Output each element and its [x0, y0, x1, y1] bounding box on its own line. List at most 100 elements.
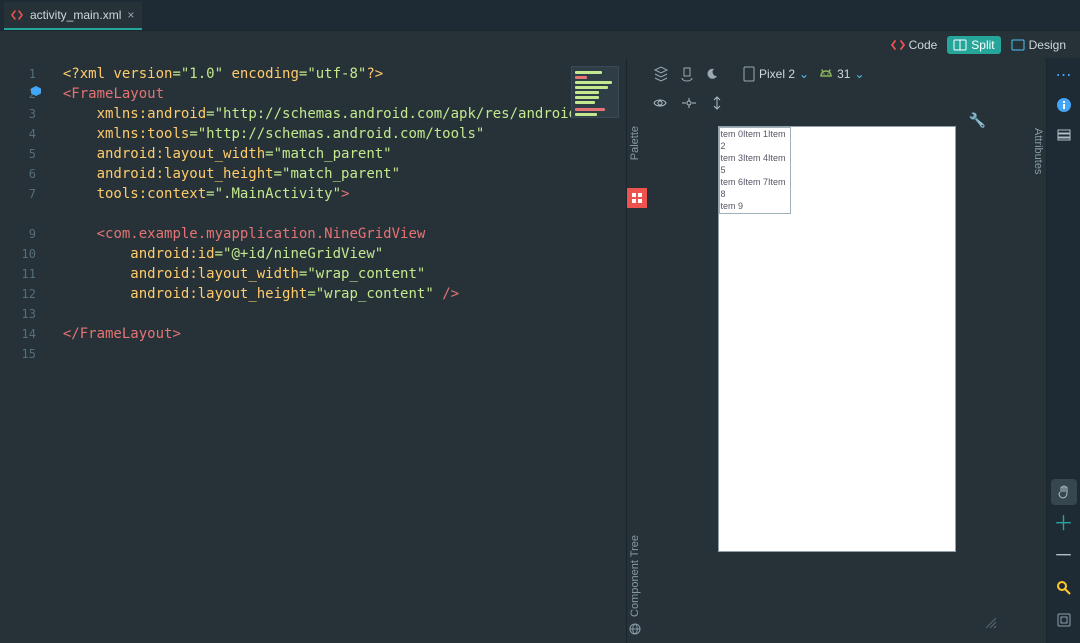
device-selector[interactable]: Pixel 2 ⌄: [743, 66, 809, 82]
grid-row: tem 3Item 4Item 5: [721, 152, 789, 176]
code-view-button[interactable]: Code: [885, 36, 944, 54]
code-text: />: [442, 286, 459, 302]
code-text: xmlns:: [97, 126, 148, 142]
code-text: xmlns:: [97, 106, 148, 122]
device-name: Pixel 2: [759, 67, 795, 81]
design-surface-dropdown[interactable]: [653, 66, 669, 82]
code-text: [63, 266, 130, 282]
api-level: 31: [837, 67, 850, 81]
pan-tool-icon[interactable]: [1051, 479, 1077, 505]
line-number: 12: [0, 284, 46, 304]
code-text: [63, 186, 97, 202]
code-text: ="1.0": [172, 66, 231, 82]
code-text: ?>: [366, 66, 383, 82]
code-text: FrameLayout: [80, 326, 173, 342]
design-preview-pane: Palette Component Tree Pixel 2: [626, 58, 1046, 643]
line-number: 1: [0, 64, 46, 84]
code-text: android: [130, 266, 189, 282]
code-text: ="wrap_content": [299, 266, 425, 282]
xml-file-icon: [10, 8, 24, 22]
editor-tab-bar: activity_main.xml ×: [0, 0, 1080, 30]
code-text: ="match_parent": [265, 146, 391, 162]
code-text: :layout_height: [189, 286, 307, 302]
line-number-gutter: 1 2 3 4 5 6 7 9 10 11 12 13 14 15: [0, 58, 46, 643]
code-text: [63, 106, 97, 122]
line-number: 11: [0, 264, 46, 284]
line-number: [0, 204, 46, 224]
orientation-dropdown[interactable]: [679, 66, 695, 82]
code-text: :context: [139, 186, 206, 202]
grid-row: tem 6Item 7Item 8: [721, 176, 789, 200]
code-text: ="@+id/nineGridView": [215, 246, 384, 262]
code-text: android: [97, 166, 156, 182]
more-actions-icon[interactable]: ⋯: [1051, 62, 1077, 88]
layers-icon[interactable]: [1051, 122, 1077, 148]
device-frame[interactable]: tem 0Item 1Item 2 tem 3Item 4Item 5 tem …: [718, 126, 956, 552]
code-text: ="wrap_content": [307, 286, 442, 302]
code-text: >: [172, 326, 180, 342]
split-view-button[interactable]: Split: [947, 36, 1000, 54]
code-text: android: [97, 146, 156, 162]
api-level-selector[interactable]: 31 ⌄: [819, 67, 864, 81]
nine-grid-view-preview[interactable]: tem 0Item 1Item 2 tem 3Item 4Item 5 tem …: [719, 127, 791, 214]
code-text: ="match_parent": [274, 166, 400, 182]
line-number: 4: [0, 124, 46, 144]
code-text: android: [147, 106, 206, 122]
resize-handle-icon[interactable]: [982, 614, 1000, 637]
code-text: :layout_width: [189, 266, 299, 282]
info-icon[interactable]: [1051, 92, 1077, 118]
code-text: com.example.myapplication.NineGridView: [105, 226, 425, 242]
code-text: [63, 146, 97, 162]
code-view-label: Code: [909, 38, 938, 52]
code-text: FrameLayout: [71, 86, 164, 102]
code-text: android: [130, 246, 189, 262]
code-text: [63, 166, 97, 182]
code-text: xml version: [80, 66, 173, 82]
attributes-panel-toggle[interactable]: Attributes: [1032, 128, 1044, 174]
code-text: =".MainActivity": [206, 186, 341, 202]
code-text: [63, 246, 130, 262]
grid-row: tem 9: [721, 200, 789, 212]
night-mode-dropdown[interactable]: [705, 67, 719, 81]
default-margins-icon[interactable]: [711, 96, 723, 110]
code-text: tools: [97, 186, 139, 202]
wrench-icon[interactable]: 🔧: [969, 112, 986, 129]
attributes-label: Attributes: [1032, 128, 1044, 174]
code-text: ="utf-8": [299, 66, 366, 82]
close-icon[interactable]: ×: [127, 8, 134, 22]
zoom-fit-icon[interactable]: [1051, 575, 1077, 601]
code-text: >: [341, 186, 349, 202]
code-text: :id: [189, 246, 214, 262]
layout-editor-mode-bar: Code Split Design: [0, 30, 1080, 58]
autoconnect-icon[interactable]: [681, 97, 697, 109]
main-area: 1 2 3 4 5 6 7 9 10 11 12 13 14 15 <?xml …: [0, 58, 1080, 643]
file-tab-activity-main[interactable]: activity_main.xml ×: [4, 2, 142, 30]
code-editor[interactable]: <?xml version="1.0" encoding="utf-8"?> <…: [46, 58, 626, 643]
line-number: 10: [0, 244, 46, 264]
zoom-in-icon[interactable]: ＋: [1051, 511, 1077, 537]
line-number: 15: [0, 344, 46, 364]
device-canvas-area: 🔧 tem 0Item 1Item 2 tem 3Item 4Item 5 te…: [627, 116, 1046, 643]
code-text: </: [63, 326, 80, 342]
hexagon-gutter-icon[interactable]: [30, 84, 42, 96]
view-options-icon[interactable]: [653, 96, 667, 110]
code-text: android: [130, 286, 189, 302]
line-number: 5: [0, 144, 46, 164]
code-minimap[interactable]: [571, 66, 619, 118]
code-text: :layout_height: [156, 166, 274, 182]
design-toolbar: Pixel 2 ⌄ 31 ⌄: [627, 58, 1046, 90]
design-view-button[interactable]: Design: [1005, 36, 1072, 54]
split-view-label: Split: [971, 38, 994, 52]
reset-zoom-icon[interactable]: [1051, 607, 1077, 633]
line-number: 3: [0, 104, 46, 124]
line-number: 14: [0, 324, 46, 344]
design-right-toolbar: ⋯ ＋ －: [1046, 58, 1080, 643]
line-number: 6: [0, 164, 46, 184]
code-text: encoding: [231, 66, 298, 82]
code-text: [63, 126, 97, 142]
code-text: [63, 286, 130, 302]
line-number: 9: [0, 224, 46, 244]
zoom-out-icon[interactable]: －: [1051, 543, 1077, 569]
grid-row: tem 0Item 1Item 2: [721, 128, 789, 152]
chevron-down-icon: ⌄: [799, 67, 809, 81]
